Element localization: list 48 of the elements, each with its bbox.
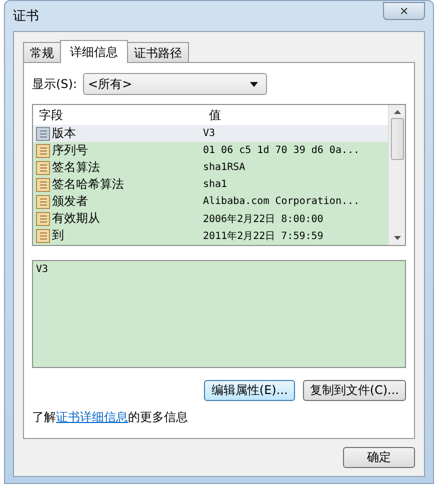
list-row[interactable]: 版本 V3: [33, 125, 388, 142]
list-row[interactable]: 签名算法 sha1RSA: [33, 159, 388, 176]
tab[interactable]: 常规: [23, 42, 61, 62]
details-text-area[interactable]: V3: [32, 260, 406, 368]
scroll-thumb[interactable]: [390, 118, 404, 160]
field-value: V3: [203, 128, 216, 139]
caret-icon: [250, 82, 258, 86]
details-link[interactable]: 证书详细信息: [56, 410, 128, 424]
document-icon: [36, 160, 50, 174]
tab[interactable]: 证书路径: [127, 42, 189, 62]
field-value: 2006年2月22日 8:00:00: [203, 212, 324, 226]
document-icon: [36, 228, 50, 242]
edit-properties-button[interactable]: 编辑属性(E)...: [204, 380, 295, 401]
info-text: 了解证书详细信息的更多信息: [32, 409, 189, 426]
show-dropdown[interactable]: <所有>: [83, 73, 268, 95]
field-name: 签名哈希算法: [52, 176, 124, 193]
window-title: 证书: [13, 8, 39, 25]
field-name: 有效期从: [52, 210, 100, 227]
list-row[interactable]: 有效期从 2006年2月22日 8:00:00: [33, 210, 388, 227]
document-icon: [36, 126, 50, 140]
scrollbar[interactable]: [388, 105, 405, 245]
column-header[interactable]: 值: [203, 106, 388, 124]
scroll-up-icon[interactable]: [394, 110, 400, 114]
copy-to-file-button[interactable]: 复制到文件(C)...: [302, 380, 406, 401]
ok-button[interactable]: 确定: [343, 447, 415, 468]
field-value: sha1RSA: [203, 162, 246, 173]
document-icon: [36, 194, 50, 208]
column-header[interactable]: 字段: [33, 106, 203, 124]
field-value: 2011年2月22日 7:59:59: [203, 230, 324, 242]
field-value: 01 06 c5 1d 70 39 d6 0a...: [203, 145, 361, 156]
document-icon: [36, 144, 50, 158]
list-row[interactable]: 到 2011年2月22日 7:59:59: [33, 227, 388, 244]
field-name: 到: [52, 227, 64, 244]
list-row[interactable]: 颁发者 Alibaba.com Corporation...: [33, 193, 388, 210]
field-name: 签名算法: [52, 159, 100, 176]
field-value: sha1: [203, 179, 228, 190]
field-name: 颁发者: [52, 193, 88, 210]
close-button[interactable]: ✕: [383, 2, 425, 20]
list-row[interactable]: 签名哈希算法 sha1: [33, 176, 388, 193]
document-icon: [36, 212, 50, 226]
field-name: 版本: [52, 125, 76, 142]
scroll-down-icon[interactable]: [394, 236, 400, 240]
tab[interactable]: 详细信息: [60, 40, 128, 63]
field-name: 序列号: [52, 142, 88, 159]
list-row[interactable]: 序列号 01 06 c5 1d 70 39 d6 0a...: [33, 142, 388, 159]
document-icon: [36, 178, 50, 192]
field-value: Alibaba.com Corporation...: [203, 196, 361, 207]
show-label: 显示(S):: [32, 76, 78, 92]
